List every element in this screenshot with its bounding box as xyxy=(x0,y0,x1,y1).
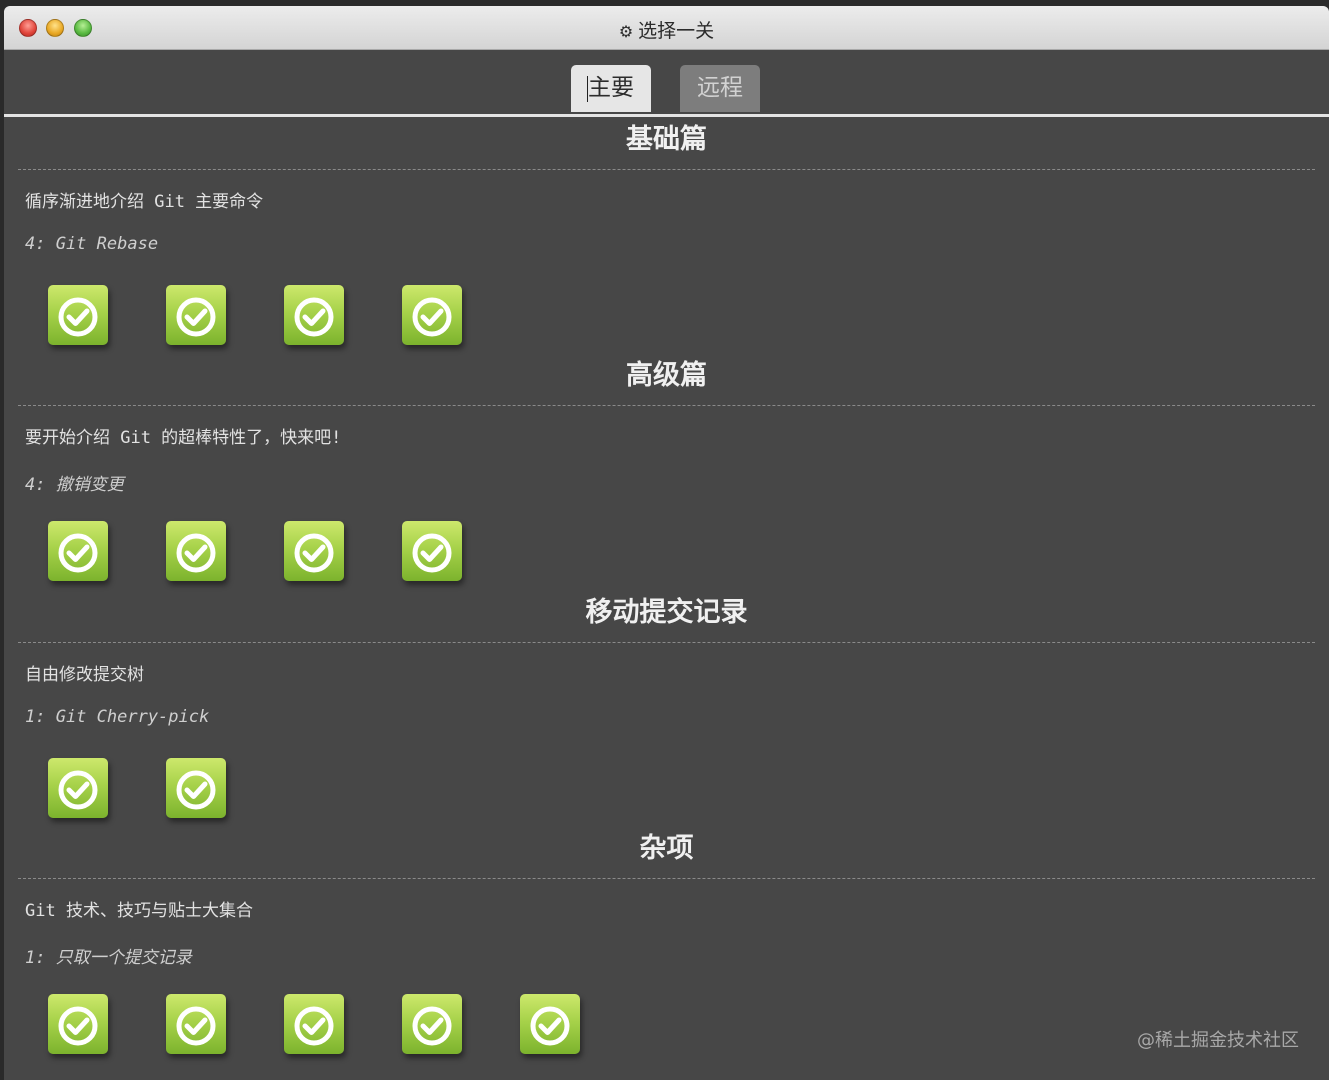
section-divider xyxy=(18,642,1315,643)
section-current-level: 4: Git Rebase xyxy=(25,234,159,254)
check-circle-icon xyxy=(58,1006,98,1046)
section-title: 基础篇 xyxy=(626,124,707,155)
section-description: Git 技术、技巧与贴士大集合 xyxy=(25,901,253,921)
check-circle-icon xyxy=(176,770,216,810)
section-description: 要开始介绍 Git 的超棒特性了，快来吧! xyxy=(25,428,342,448)
app-window: ⚙ 选择一关 主要 远程 基础篇 循序渐进地介绍 Git 主要命令 4: Git … xyxy=(4,6,1329,1080)
check-circle-icon xyxy=(176,297,216,337)
section-current-level: 1: Git Cherry-pick xyxy=(25,707,210,727)
level-button[interactable] xyxy=(520,994,580,1054)
level-button[interactable] xyxy=(166,285,226,345)
level-button[interactable] xyxy=(48,285,108,345)
section-title: 移动提交记录 xyxy=(585,597,748,628)
level-button[interactable] xyxy=(284,285,344,345)
check-circle-icon xyxy=(294,1006,334,1046)
level-button[interactable] xyxy=(166,994,226,1054)
check-circle-icon xyxy=(530,1006,570,1046)
level-button[interactable] xyxy=(166,521,226,581)
check-circle-icon xyxy=(58,770,98,810)
level-button[interactable] xyxy=(284,994,344,1054)
level-button[interactable] xyxy=(166,758,226,818)
check-circle-icon xyxy=(294,533,334,573)
section-divider xyxy=(18,169,1315,170)
level-button[interactable] xyxy=(284,521,344,581)
section-current-level: 4: 撤销变更 xyxy=(25,475,124,495)
section-current-level: 1: 只取一个提交记录 xyxy=(25,948,192,968)
check-circle-icon xyxy=(412,533,452,573)
section-description: 循序渐进地介绍 Git 主要命令 xyxy=(25,192,264,212)
level-button[interactable] xyxy=(402,521,462,581)
section-divider xyxy=(18,405,1315,406)
tab-remote[interactable]: 远程 xyxy=(680,65,760,112)
check-circle-icon xyxy=(412,1006,452,1046)
gear-icon: ⚙ xyxy=(618,22,634,41)
level-button[interactable] xyxy=(402,994,462,1054)
tab-main[interactable]: 主要 xyxy=(571,65,651,112)
check-circle-icon xyxy=(58,297,98,337)
title-bar: ⚙ 选择一关 xyxy=(4,6,1329,50)
level-button[interactable] xyxy=(48,521,108,581)
check-circle-icon xyxy=(176,533,216,573)
level-button[interactable] xyxy=(48,758,108,818)
section-title: 杂项 xyxy=(639,833,694,864)
tab-bar: 主要 远程 xyxy=(4,50,1329,117)
window-title: ⚙ 选择一关 xyxy=(4,16,1329,43)
level-button[interactable] xyxy=(48,994,108,1054)
watermark: @稀土掘金技术社区 xyxy=(1137,1030,1299,1051)
section-title: 高级篇 xyxy=(626,360,707,391)
section-description: 自由修改提交树 xyxy=(25,665,144,685)
window-title-text: 选择一关 xyxy=(638,20,715,42)
check-circle-icon xyxy=(58,533,98,573)
level-button[interactable] xyxy=(402,285,462,345)
section-divider xyxy=(18,878,1315,879)
check-circle-icon xyxy=(412,297,452,337)
check-circle-icon xyxy=(294,297,334,337)
check-circle-icon xyxy=(176,1006,216,1046)
